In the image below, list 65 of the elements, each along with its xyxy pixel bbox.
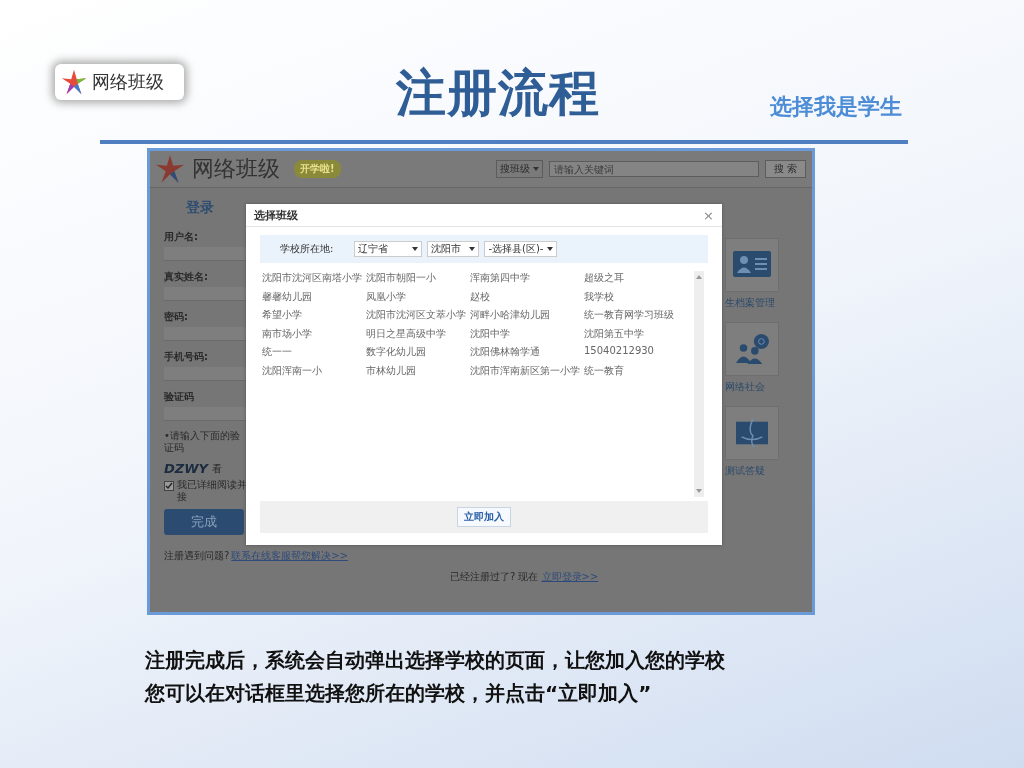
school-item[interactable]: 统一教育 [584, 363, 674, 382]
caption-text: 您可以在对话框里选择您所在的学校，并点击“立即加入” [145, 680, 653, 707]
caret-icon [547, 247, 554, 251]
school-item[interactable]: 河畔小哈津幼儿园 [470, 308, 580, 327]
school-item[interactable]: 明日之星高级中学 [366, 326, 466, 345]
school-item[interactable]: 南市场小学 [262, 326, 362, 345]
school-item[interactable]: 馨馨幼儿园 [262, 289, 362, 308]
caret-icon [469, 247, 476, 251]
star-icon [60, 68, 88, 96]
input-field[interactable] [164, 327, 249, 341]
school-item[interactable]: 沈阳市朝阳一小 [366, 271, 466, 290]
search-button[interactable]: 搜 索 [764, 160, 806, 178]
caret-icon [532, 167, 539, 171]
close-button[interactable]: × [703, 207, 714, 223]
submit-button[interactable]: 完成 [164, 509, 244, 535]
school-item[interactable]: 超级之耳 [584, 271, 674, 290]
dropdown[interactable]: 辽宁省 [354, 241, 423, 257]
school-item[interactable]: 赵校 [470, 289, 580, 308]
input-field[interactable] [164, 407, 249, 421]
school-item[interactable]: 统一一 [262, 345, 362, 364]
search-scope-dropdown[interactable]: 搜班级 [495, 160, 543, 178]
feature-card[interactable] [725, 238, 779, 292]
login-prompt: 已经注册过了? 现在 [450, 570, 539, 584]
form-label: 用户名: [164, 230, 199, 243]
caption-text: 注册完成后，系统会自动弹出选择学校的页面，让您加入您的学校 [145, 647, 726, 674]
school-item[interactable]: 统一教育网学习班级 [584, 308, 674, 327]
checkbox[interactable] [164, 481, 174, 491]
dialog-title: 选择班级 [254, 207, 298, 223]
captcha-note: 看 [212, 462, 222, 476]
logo-text: 网络班级 [92, 70, 164, 94]
site-logo-text: 网络班级 [192, 155, 280, 183]
form-label: 验证码 [164, 390, 195, 403]
agree-label: 我已详细阅读并接 [177, 479, 248, 503]
school-item[interactable]: 沈阳浑南一小 [262, 363, 362, 382]
school-item[interactable]: 我学校 [584, 289, 674, 308]
caret-icon [412, 247, 419, 251]
school-item[interactable]: 15040212930 [584, 345, 674, 364]
school-item[interactable]: 沈阳佛林翰学通 [470, 345, 580, 364]
input-field[interactable] [164, 247, 249, 261]
school-item[interactable]: 沈阳市浑南新区第一小学 [470, 363, 580, 382]
school-item[interactable]: 浑南第四中学 [470, 271, 580, 290]
captcha-hint: •请输入下面的验证码 [164, 430, 241, 454]
form-label: 密码: [164, 310, 189, 323]
school-item[interactable]: 数字化幼儿园 [366, 345, 466, 364]
search-field[interactable]: 请输入关键词 [548, 161, 759, 177]
input-field[interactable] [164, 367, 249, 381]
school-item[interactable]: 沈阳市沈河区文萃小学 [366, 308, 466, 327]
school-item[interactable]: 沈阳中学 [470, 326, 580, 345]
slide-subtitle: 选择我是学生 [770, 93, 902, 121]
dropdown[interactable]: 沈阳市 [427, 241, 480, 257]
slide-title: 注册流程 [396, 63, 600, 124]
help-text: 注册遇到问题? [164, 549, 230, 563]
input-field[interactable] [164, 287, 249, 301]
form-label: 手机号码: [164, 350, 209, 363]
location-label: 学校所在地: [280, 242, 334, 256]
join-button[interactable]: 立即加入 [457, 507, 511, 527]
school-item[interactable]: 沈阳市沈河区南塔小学 [262, 271, 362, 290]
dropdown[interactable]: -选择县(区)- [484, 241, 558, 257]
school-item[interactable]: 希望小学 [262, 308, 362, 327]
form-label: 真实姓名: [164, 270, 209, 283]
school-item[interactable]: 凤凰小学 [366, 289, 466, 308]
badge: 开学啦! [294, 160, 341, 178]
school-item[interactable]: 沈阳第五中学 [584, 326, 674, 345]
captcha-image: DZWY [164, 461, 208, 476]
school-item[interactable]: 市林幼儿园 [366, 363, 466, 382]
